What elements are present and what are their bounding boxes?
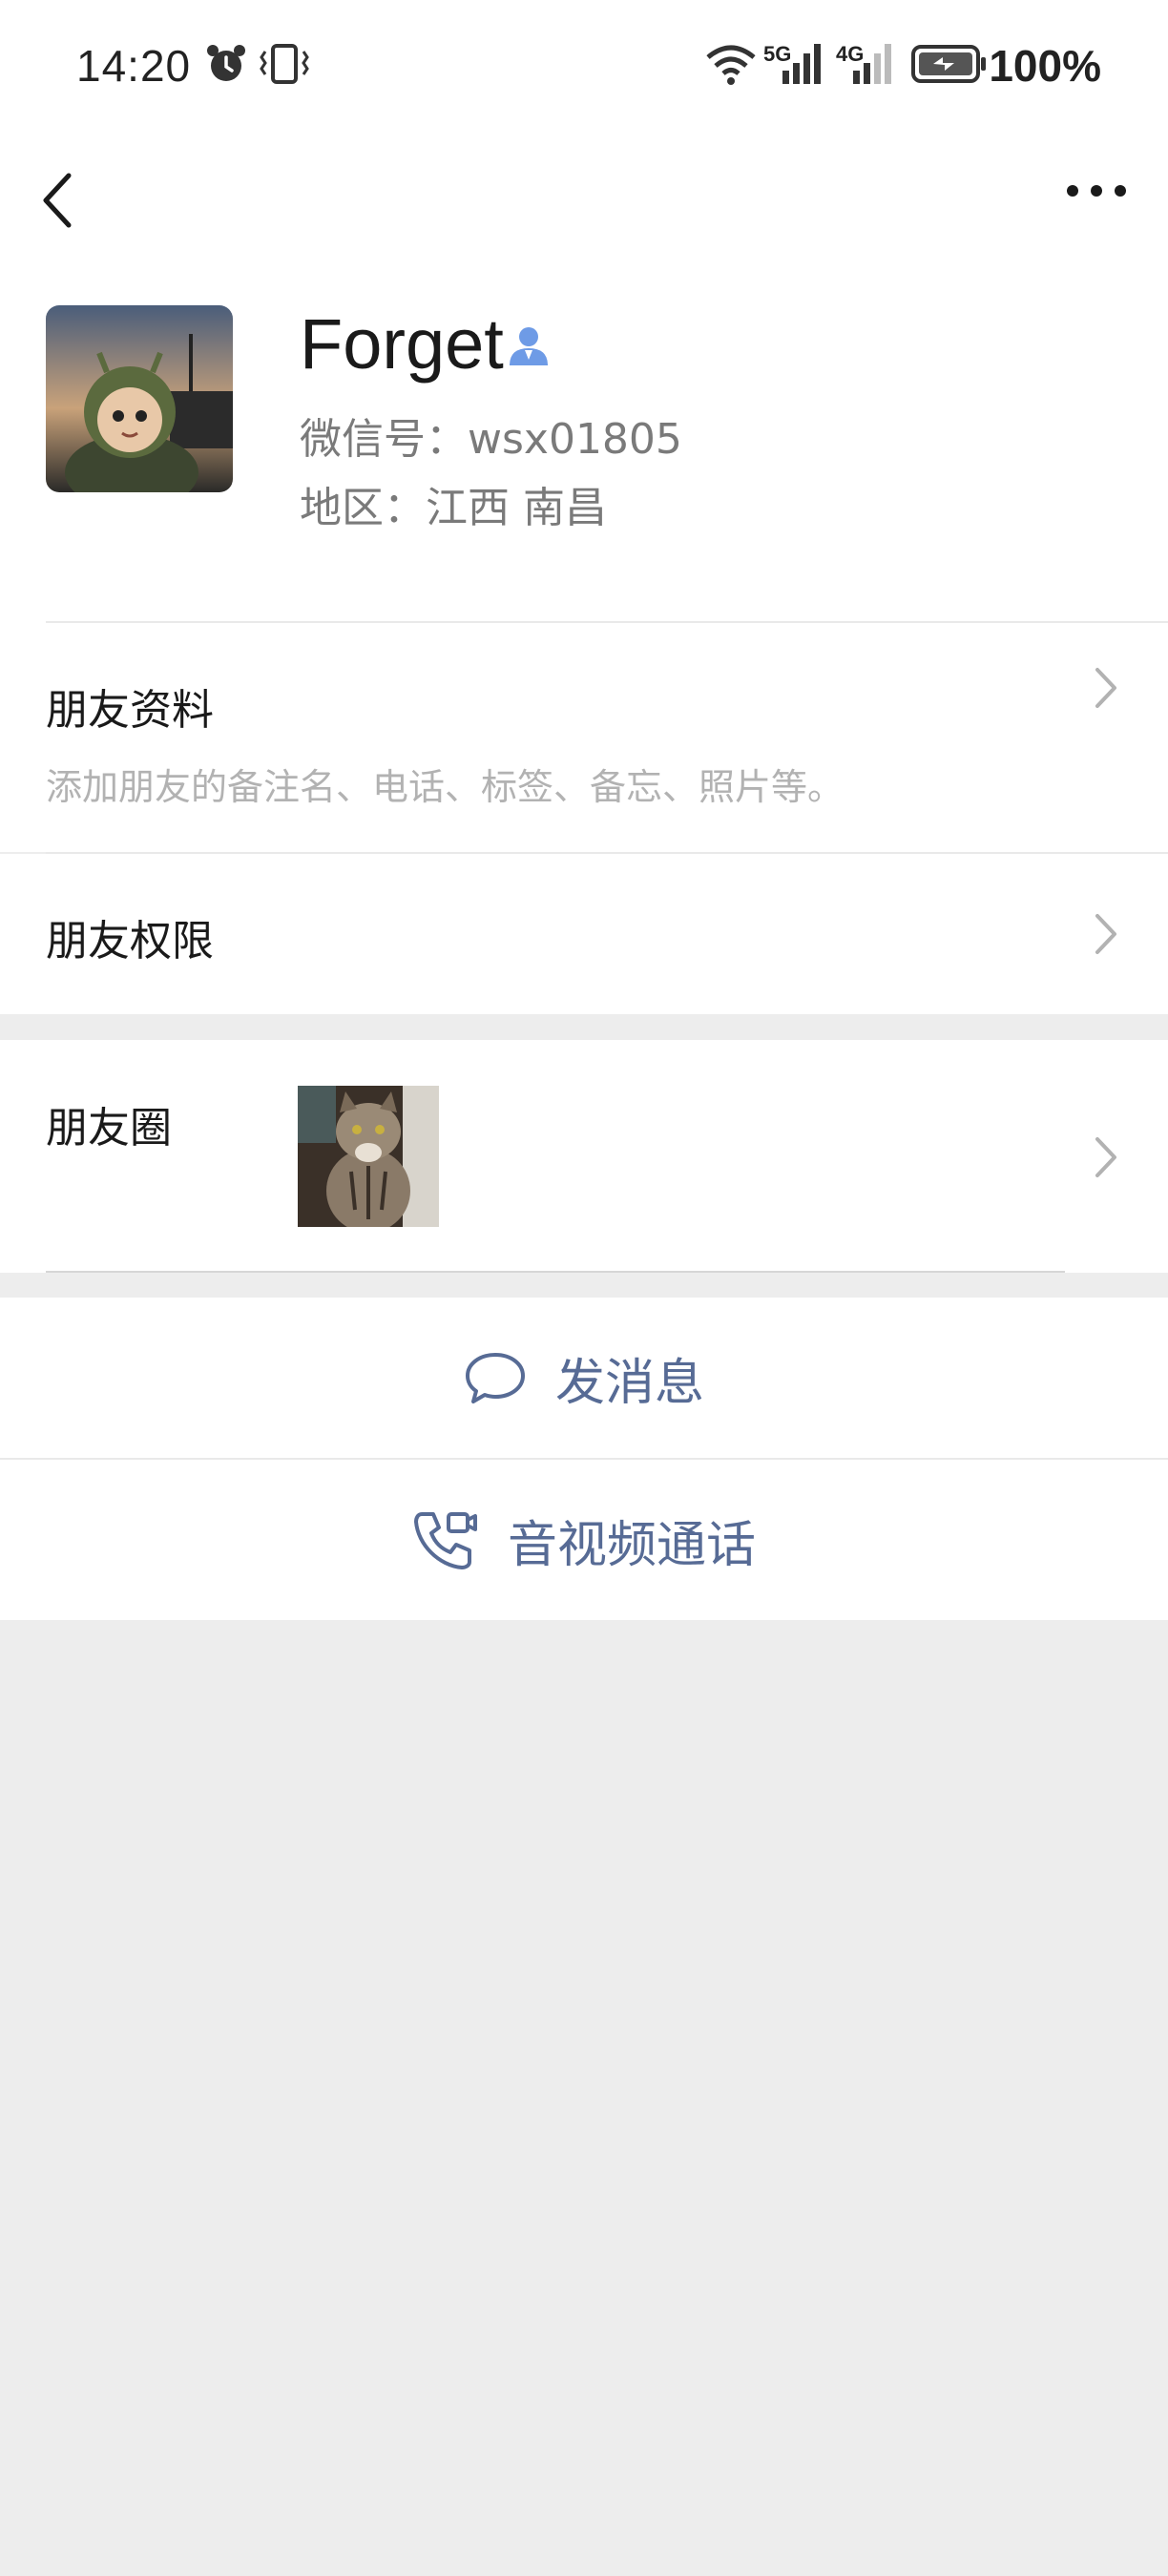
friend-info-title: 朋友资料 (46, 686, 214, 735)
phone-video-icon (412, 1508, 479, 1571)
friend-info-subtitle: 添加朋友的备注名、电话、标签、备忘、照片等。 (46, 766, 845, 808)
wifi-icon (704, 42, 758, 90)
status-time: 14:20 (76, 41, 192, 91)
battery-icon (910, 42, 989, 90)
chevron-right-icon (1092, 664, 1120, 716)
contact-profile-page: 14:20 5G 4G 100% Forget 微信号：wsx01805 地区：… (0, 0, 1168, 2576)
video-call-button[interactable]: 音视频通话 (0, 1460, 1168, 1620)
send-message-label: 发消息 (554, 1354, 704, 1412)
signal-4g-icon (851, 42, 897, 90)
moments-title: 朋友圈 (46, 1104, 172, 1153)
moments-row[interactable] (0, 1040, 1168, 1273)
alarm-icon (204, 42, 248, 90)
friend-permissions-title: 朋友权限 (46, 917, 214, 966)
divider (46, 1271, 1065, 1273)
contact-name: Forget (300, 304, 504, 384)
battery-percent: 100% (989, 41, 1101, 91)
person-icon (506, 322, 552, 371)
region: 地区：江西 南昌 (300, 484, 607, 532)
status-bar: 14:20 5G 4G 100% (0, 0, 1168, 134)
vibrate-icon (258, 42, 311, 90)
back-chevron-icon[interactable] (34, 162, 82, 242)
moments-thumbnail[interactable] (298, 1086, 439, 1227)
avatar[interactable] (46, 305, 233, 492)
send-message-button[interactable]: 发消息 (0, 1298, 1168, 1458)
more-dots-icon[interactable] (1063, 181, 1130, 204)
wechat-id: 微信号：wsx01805 (300, 415, 682, 464)
chevron-right-icon (1092, 1133, 1120, 1185)
chevron-right-icon (1092, 910, 1120, 962)
chat-bubble-icon (464, 1349, 527, 1406)
nav-bar (0, 134, 1168, 267)
friend-info-row[interactable] (0, 623, 1168, 852)
video-call-label: 音视频通话 (507, 1516, 756, 1574)
signal-5g-icon (781, 42, 826, 90)
